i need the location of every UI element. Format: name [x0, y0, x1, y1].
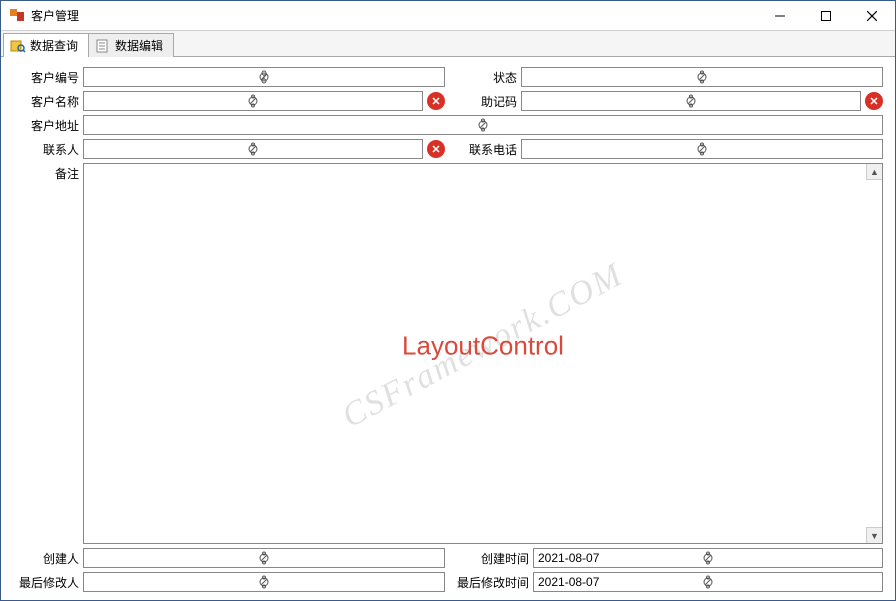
input-contact[interactable] — [84, 140, 422, 158]
field-modify-time[interactable] — [533, 572, 883, 592]
overlay-label: LayoutControl — [402, 330, 564, 361]
maximize-button[interactable] — [803, 1, 849, 31]
input-customer-no[interactable] — [84, 68, 444, 86]
clear-customer-name-button[interactable]: ✕ — [427, 92, 445, 110]
label-creator: 创建人 — [13, 550, 83, 567]
label-phone: 联系电话 — [451, 141, 521, 158]
tab-label: 数据编辑 — [115, 37, 163, 54]
input-status[interactable] — [522, 68, 882, 86]
minimize-button[interactable] — [757, 1, 803, 31]
scroll-down-button[interactable]: ▼ — [866, 527, 882, 543]
tab-edit[interactable]: 数据编辑 — [88, 33, 174, 57]
edit-icon — [95, 38, 111, 54]
input-phone[interactable] — [522, 140, 882, 158]
field-status[interactable] — [521, 67, 883, 87]
titlebar: 客户管理 — [1, 1, 895, 31]
label-mnemonic: 助记码 — [451, 93, 521, 110]
label-contact: 联系人 — [13, 141, 83, 158]
field-remark[interactable]: ▲ ▼ CSFramework.COM LayoutControl — [83, 163, 883, 544]
scroll-up-button[interactable]: ▲ — [866, 164, 882, 180]
watermark-text: CSFramework.COM — [336, 256, 630, 436]
field-address[interactable] — [83, 115, 883, 135]
field-mnemonic[interactable] — [521, 91, 861, 111]
input-modify-time[interactable] — [534, 573, 882, 591]
input-address[interactable] — [84, 116, 882, 134]
label-customer-name: 客户名称 — [13, 93, 83, 110]
layout-control: 客户编号 状态 客户名称 — [1, 57, 895, 600]
tab-label: 数据查询 — [30, 37, 78, 54]
label-create-time: 创建时间 — [451, 550, 533, 567]
tab-query[interactable]: 数据查询 — [3, 33, 89, 57]
label-modifier: 最后修改人 — [13, 574, 83, 591]
window-title: 客户管理 — [31, 7, 757, 24]
label-status: 状态 — [451, 69, 521, 86]
app-icon — [9, 8, 25, 24]
input-creator[interactable] — [84, 549, 444, 567]
field-create-time[interactable] — [533, 548, 883, 568]
label-modify-time: 最后修改时间 — [451, 574, 533, 591]
input-mnemonic[interactable] — [522, 92, 860, 110]
clear-contact-button[interactable]: ✕ — [427, 140, 445, 158]
field-contact[interactable] — [83, 139, 423, 159]
clear-mnemonic-button[interactable]: ✕ — [865, 92, 883, 110]
field-creator[interactable] — [83, 548, 445, 568]
label-customer-no: 客户编号 — [13, 69, 83, 86]
input-customer-name[interactable] — [84, 92, 422, 110]
field-phone[interactable] — [521, 139, 883, 159]
field-customer-name[interactable] — [83, 91, 423, 111]
input-create-time[interactable] — [534, 549, 882, 567]
field-customer-no[interactable] — [83, 67, 445, 87]
label-remark: 备注 — [13, 163, 83, 182]
window-frame: 客户管理 数据查询 数据编辑 客户编号 — [0, 0, 896, 601]
input-modifier[interactable] — [84, 573, 444, 591]
label-address: 客户地址 — [13, 117, 83, 134]
query-icon — [10, 38, 26, 54]
tab-strip: 数据查询 数据编辑 — [1, 31, 895, 57]
field-modifier[interactable] — [83, 572, 445, 592]
close-button[interactable] — [849, 1, 895, 31]
